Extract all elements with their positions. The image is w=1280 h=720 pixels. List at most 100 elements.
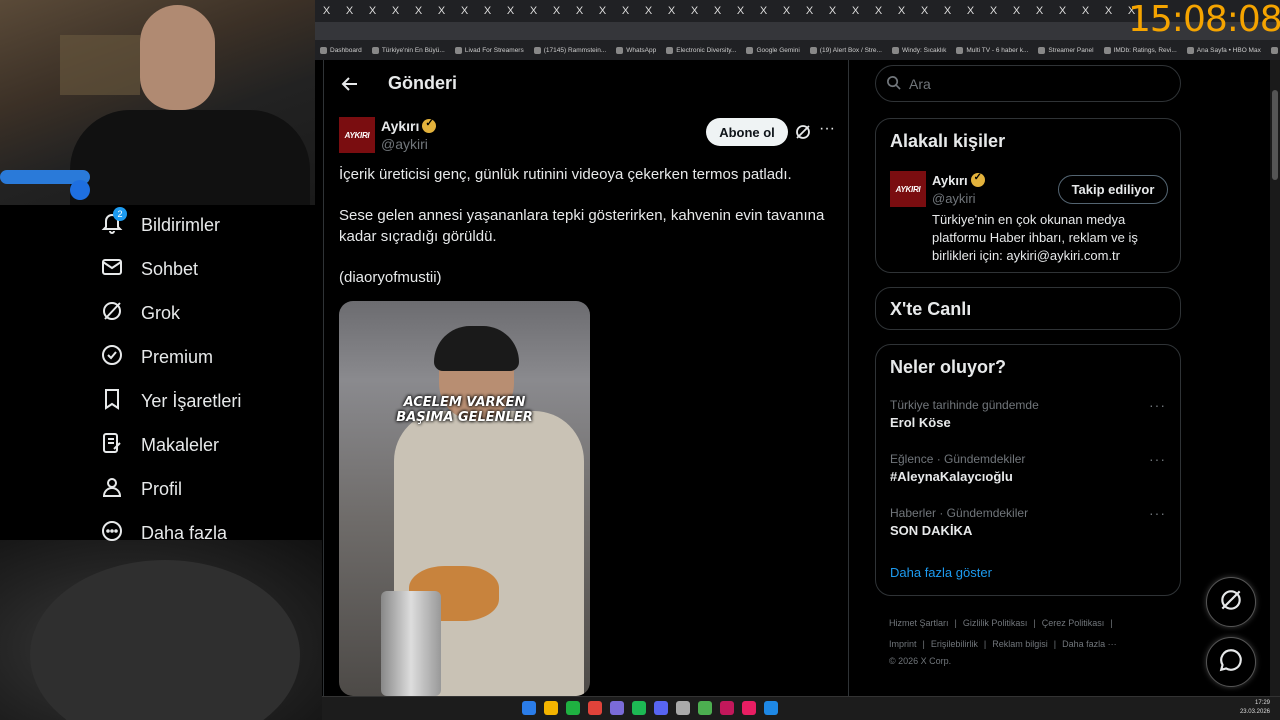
browser-tab[interactable]: X (407, 0, 430, 22)
messages-fab-button[interactable] (1206, 637, 1256, 687)
browser-tab[interactable]: X (913, 0, 936, 22)
browser-tab[interactable]: X (430, 0, 453, 22)
browser-tab[interactable]: X (315, 0, 338, 22)
author-name[interactable]: Aykırı (381, 118, 437, 134)
more-options-icon[interactable]: ··· (1149, 397, 1166, 413)
footer-link[interactable]: Çerez Politikası (1042, 618, 1105, 628)
browser-tab[interactable]: X (959, 0, 982, 22)
browser-tab[interactable]: X (729, 0, 752, 22)
taskbar-app-icon[interactable] (698, 701, 712, 715)
browser-tab[interactable]: X (1097, 0, 1120, 22)
browser-tab[interactable]: X (752, 0, 775, 22)
browser-tab[interactable]: X (637, 0, 660, 22)
browser-tab[interactable]: X (476, 0, 499, 22)
taskbar-app-icon[interactable] (522, 701, 536, 715)
post-video[interactable]: ACELEM VARKEN BAŞIMA GELENLER (339, 301, 590, 696)
browser-tab[interactable]: X (821, 0, 844, 22)
footer-link[interactable]: Imprint (889, 639, 917, 649)
taskbar-clock[interactable]: 17:29 23.03.2026 (1240, 699, 1270, 717)
browser-tab[interactable]: X (982, 0, 1005, 22)
following-button[interactable]: Takip ediliyor (1058, 175, 1168, 204)
bookmark-item[interactable]: Electronic Diversity... (661, 46, 741, 54)
browser-tab[interactable]: X (867, 0, 890, 22)
grok-fab-button[interactable] (1206, 577, 1256, 627)
browser-tab[interactable]: X (522, 0, 545, 22)
browser-tab[interactable]: X (591, 0, 614, 22)
bookmark-item[interactable]: IMDb: Ratings, Revi... (1099, 46, 1182, 54)
nav-item-articles[interactable]: Makaleler (100, 431, 219, 460)
footer-link[interactable]: | (1110, 618, 1112, 628)
nav-item-more[interactable]: Daha fazla (100, 519, 227, 548)
browser-tab[interactable]: X (844, 0, 867, 22)
browser-tab[interactable]: X (775, 0, 798, 22)
subscribe-button[interactable]: Abone ol (706, 118, 788, 146)
browser-tab[interactable]: X (545, 0, 568, 22)
nav-item-premium[interactable]: Premium (100, 343, 213, 372)
related-name[interactable]: Aykırı (932, 172, 985, 188)
nav-item-profile[interactable]: Profil (100, 475, 182, 504)
browser-tab[interactable]: X (890, 0, 913, 22)
browser-tab[interactable]: X (338, 0, 361, 22)
taskbar-app-icon[interactable] (566, 701, 580, 715)
browser-tab[interactable]: X (361, 0, 384, 22)
footer-link[interactable]: Reklam bilgisi (992, 639, 1048, 649)
bookmark-item[interactable]: Dashboard (315, 46, 367, 54)
browser-tab[interactable]: X (1051, 0, 1074, 22)
taskbar-app-icon[interactable] (610, 701, 624, 715)
browser-tab[interactable]: X (568, 0, 591, 22)
browser-tab[interactable]: X (499, 0, 522, 22)
taskbar-app-icon[interactable] (588, 701, 602, 715)
browser-tab[interactable]: X (660, 0, 683, 22)
bookmark-item[interactable]: Livad For Streamers (450, 46, 529, 54)
browser-tab[interactable]: X (1074, 0, 1097, 22)
taskbar-app-icon[interactable] (676, 701, 690, 715)
bookmark-item[interactable]: (19) Alert Box / Stre... (805, 46, 887, 54)
more-options-icon[interactable]: ··· (1149, 451, 1166, 467)
bookmark-item[interactable]: Multi TV - 6 haber k... (951, 46, 1033, 54)
browser-tab[interactable]: X (453, 0, 476, 22)
bookmark-item[interactable]: » (1266, 46, 1280, 54)
more-options-icon[interactable]: ··· (1149, 505, 1166, 521)
author-avatar[interactable]: AYKIRI (339, 117, 375, 153)
bookmark-item[interactable]: Ana Sayfa • HBO Max (1182, 46, 1266, 54)
browser-tab[interactable]: X (936, 0, 959, 22)
taskbar-app-icon[interactable] (764, 701, 778, 715)
back-arrow-icon[interactable] (340, 74, 360, 94)
browser-tab[interactable]: X (384, 0, 407, 22)
grok-icon[interactable] (794, 123, 812, 146)
footer-link[interactable]: Erişilebilirlik (931, 639, 978, 649)
bookmark-item[interactable]: WhatsApp (611, 46, 661, 54)
taskbar-app-icon[interactable] (544, 701, 558, 715)
more-options-icon[interactable]: ··· (819, 120, 835, 138)
taskbar-app-icon[interactable] (632, 701, 646, 715)
page-scrollbar[interactable] (1270, 60, 1280, 696)
browser-tab[interactable]: X (1005, 0, 1028, 22)
bookmark-item[interactable]: Streamer Panel (1033, 46, 1098, 54)
author-handle[interactable]: @aykiri (381, 136, 428, 152)
nav-item-notifications[interactable]: 2 Bildirimler (100, 207, 220, 240)
related-avatar[interactable]: AYKIRI (890, 171, 926, 207)
nav-item-chat[interactable]: Sohbet (100, 255, 198, 284)
search-input[interactable]: Ara (875, 65, 1181, 102)
bookmark-item[interactable]: Windy: Sıcaklık (887, 46, 951, 54)
footer-link[interactable]: | (955, 618, 957, 628)
footer-link[interactable]: | (984, 639, 986, 649)
footer-link[interactable]: | (1033, 618, 1035, 628)
footer-link[interactable]: Gizlilik Politikası (963, 618, 1028, 628)
browser-tab[interactable]: X (1028, 0, 1051, 22)
footer-link[interactable]: Hizmet Şartları (889, 618, 949, 628)
footer-link[interactable]: | (1054, 639, 1056, 649)
taskbar-app-icon[interactable] (742, 701, 756, 715)
bookmark-item[interactable]: Türkiye'nin En Büyü... (367, 46, 450, 54)
browser-tab[interactable]: X (706, 0, 729, 22)
bookmark-item[interactable]: Google Gemini (741, 46, 804, 54)
nav-item-bookmarks[interactable]: Yer İşaretleri (100, 387, 241, 416)
browser-tab[interactable]: X (683, 0, 706, 22)
browser-tab[interactable]: X (614, 0, 637, 22)
taskbar-app-icon[interactable] (720, 701, 734, 715)
footer-link[interactable]: Daha fazla ··· (1062, 639, 1117, 649)
x-live-card[interactable]: X'te Canlı (875, 287, 1181, 330)
footer-link[interactable]: | (923, 639, 925, 649)
show-more-link[interactable]: Daha fazla göster (890, 565, 992, 580)
bookmark-item[interactable]: (17145) Rammstein... (529, 46, 612, 54)
